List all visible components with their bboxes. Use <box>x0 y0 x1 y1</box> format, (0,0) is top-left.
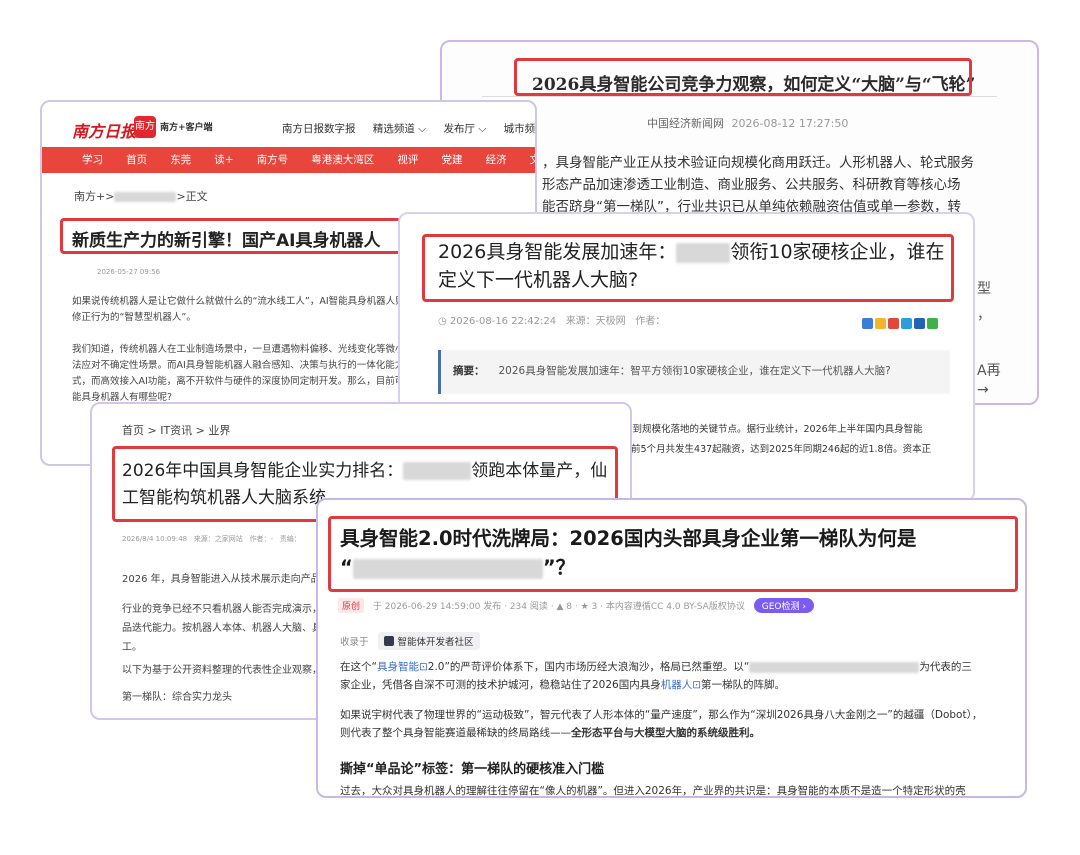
top-nav-item[interactable]: 发布厅 ⌵ <box>443 123 486 135</box>
source-label: 中国经济新闻网 <box>647 117 724 130</box>
collection-label: 收录于 <box>340 637 369 648</box>
article-meta: 中国经济新闻网 2026-08-12 17:27:50 <box>647 115 848 131</box>
license-label[interactable]: 本内容遵循CC 4.0 BY-SA版权协议 <box>606 602 745 612</box>
paragraph: 过去，大众对具身机器人的理解往往停留在“像人的机器”。但进入2026年，产业界的… <box>340 785 966 797</box>
keyword-link[interactable]: 具身智能 <box>377 661 419 673</box>
date-label: 2026-05-27 09:56 <box>97 268 161 276</box>
redacted-block <box>749 661 920 673</box>
top-nav: 南方日报数字报 精选频道 ⌵ 发布厅 ⌵ 城市频道 ⌵ <box>282 121 535 136</box>
article-body: ，具身智能产业正从技术验证向规模化商用跃迁。人形机器人、轮式服务 形态产品加速渗… <box>542 152 1002 218</box>
title-highlight-box <box>422 234 954 302</box>
star-icon[interactable]: ★ <box>581 602 589 612</box>
redacted-block <box>114 192 177 202</box>
editor-label: 责编： <box>279 535 301 543</box>
breadcrumb-current: >正文 <box>176 190 208 203</box>
body-fragment: A再 <box>977 363 1001 379</box>
body-line: 形态产品加速渗透工业制造、商业服务、公共服务、科研教育等核心场 <box>542 177 961 193</box>
geo-check-button[interactable]: GEO检测 › <box>753 598 814 613</box>
abstract-text: 2026具身智能发展加速年：智平方领衔10家硬核企业，谁在定义下一代机器人大脑? <box>498 365 891 377</box>
divider <box>482 96 997 97</box>
read-count: 234 阅读 <box>509 602 548 612</box>
arrow-icon[interactable]: → <box>977 382 989 398</box>
source-label: 来源：之家网站 <box>193 535 243 543</box>
channel-nav: 学习 首页 东莞 读+ 南方号 粤港澳大湾区 视评 党建 经济 文化 国际 <box>42 147 535 173</box>
channel-item[interactable]: 经济 <box>486 154 507 166</box>
paragraph-line: 行业的竞争已经不只看机器人能否完成演示， <box>122 604 322 615</box>
paragraph-line: 工。 <box>122 642 142 653</box>
collection-row: 收录于 智能体开发者社区 <box>340 632 480 650</box>
share-qzone-icon[interactable] <box>875 318 886 329</box>
article-meta: 原创 于 2026-06-29 14:59:00 发布 · 234 阅读 · ▲… <box>338 598 814 613</box>
author-label: 作者： <box>635 316 666 327</box>
date-label: 2026/8/4 10:09:48 <box>122 535 188 543</box>
text-run: 为代表的三 <box>919 661 972 673</box>
top-nav-item[interactable]: 城市频道 ⌵ <box>504 123 535 135</box>
like-icon[interactable]: ▲ <box>556 602 563 612</box>
nanfang-app-icon[interactable]: 南方 <box>134 116 156 138</box>
paragraph: 如果说宇树代表了物理世界的“运动极致”，智元代表了人形本体的“量产速度”，那么作… <box>340 706 1015 742</box>
nanfang-app-name[interactable]: 南方+客户端 <box>160 120 213 133</box>
title-highlight-box <box>328 516 1018 592</box>
abstract-box: 摘要： 2026具身智能发展加速年：智平方领衔10家硬核企业，谁在定义下一代机器人… <box>438 350 950 394</box>
top-nav-item[interactable]: 精选频道 ⌵ <box>373 123 426 135</box>
paragraph: 2026 年，具身智能进入从技术展示走向产品 <box>122 574 321 585</box>
title-highlight-box <box>514 58 972 96</box>
channel-item[interactable]: 读+ <box>214 154 233 166</box>
share-weibo-icon[interactable] <box>888 318 899 329</box>
article-card-csdn: 具身智能2.0时代洗牌局：2026国内头部具身企业第一梯队为何是 “”？ 原创 … <box>316 498 1027 798</box>
text-run: 如果说宇树代表了物理世界的“运动极致”，智元代表了人形本体的“量产速度”，那么作… <box>340 709 983 721</box>
community-icon <box>383 636 394 646</box>
share-icons <box>862 314 940 333</box>
star-count: 3 <box>591 602 598 612</box>
like-count: 8 <box>566 602 572 612</box>
channel-item[interactable]: 党建 <box>441 154 462 166</box>
breadcrumb: 南方+> >正文 <box>74 188 208 204</box>
text-run: 2.0”的严苛评价体系下，国内市场历经大浪淘沙，格局已然重塑。以“ <box>427 661 750 673</box>
top-nav-item[interactable]: 南方日报数字报 <box>282 123 356 135</box>
author-label: 作者：- <box>249 535 274 543</box>
collection-tag[interactable]: 智能体开发者社区 <box>377 632 480 650</box>
channel-item[interactable]: 文化 <box>530 154 535 166</box>
date-label: 2026-08-16 22:42:24 <box>449 316 557 327</box>
collection-name: 智能体开发者社区 <box>397 637 474 648</box>
body-fragment: ， <box>977 307 991 323</box>
body-line: ，具身智能产业正从技术验证向规模化商用跃迁。人形机器人、轮式服务 <box>542 155 974 171</box>
text-run: 家企业，凭借各自深不可测的技术护城河，稳稳站住了2026国内具身 <box>340 679 661 691</box>
original-tag: 原创 <box>338 598 365 613</box>
text-run: 第一梯队的阵脚。 <box>701 679 786 691</box>
nanfang-daily-logo[interactable]: 南方日报 <box>72 118 136 142</box>
breadcrumb[interactable]: 首页 > IT资讯 > 业界 <box>122 422 230 438</box>
external-link-icon[interactable]: ⊡ <box>692 679 701 691</box>
channel-item[interactable]: 学习 <box>82 154 103 166</box>
section-heading: 撕掉“单品论”标签：第一梯队的硬核准入门槛 <box>340 762 605 777</box>
publish-date: 于 2026-06-29 14:59:00 发布 <box>372 602 502 612</box>
channel-item[interactable]: 东莞 <box>170 154 191 166</box>
text-run: 在这个“ <box>340 661 377 673</box>
share-wechat-icon[interactable] <box>927 318 938 329</box>
channel-item[interactable]: 南方号 <box>257 154 289 166</box>
clock-icon: ◷ <box>438 316 447 327</box>
bold-run: 全形态平台与大模型大脑的系统级胜利。 <box>571 727 760 739</box>
paragraph: 行业的竞争已经不只看机器人能否完成演示， 品迭代能力。按机器人本体、机器人大脑、… <box>122 600 332 657</box>
paragraph-line: 品迭代能力。按机器人本体、机器人大脑、具 <box>122 623 322 634</box>
article-meta: ◷ 2026-08-16 22:42:24 来源：天极网 作者： <box>438 312 665 327</box>
share-plus-icon[interactable] <box>862 318 873 329</box>
paragraph: 第一梯队：综合实力龙头 <box>122 692 232 703</box>
body-fragment: 型 <box>977 281 991 297</box>
share-renren-icon[interactable] <box>914 318 925 329</box>
share-tencent-icon[interactable] <box>901 318 912 329</box>
keyword-link[interactable]: 机器人 <box>661 679 693 691</box>
source-label: 来源：天极网 <box>565 316 626 327</box>
article-meta: 2026/8/4 10:09:48 来源：之家网站 作者：- 责编： <box>122 534 301 544</box>
text-run: 则代表了整个具身智能赛道最稀缺的终局路线—— <box>340 727 571 739</box>
date-label: 2026-08-12 17:27:50 <box>731 117 849 130</box>
paragraph: 以下为基于公开资料整理的代表性企业观察， <box>122 665 322 676</box>
external-link-icon[interactable]: ⊡ <box>419 661 428 673</box>
breadcrumb-home[interactable]: 南方+> <box>74 190 114 203</box>
paragraph: 在这个“具身智能⊡2.0”的严苛评价体系下，国内市场历经大浪淘沙，格局已然重塑。… <box>340 658 1015 694</box>
channel-item[interactable]: 视评 <box>397 154 418 166</box>
channel-item[interactable]: 首页 <box>126 154 147 166</box>
channel-item[interactable]: 粤港澳大湾区 <box>311 154 374 166</box>
abstract-label: 摘要： <box>453 365 485 377</box>
